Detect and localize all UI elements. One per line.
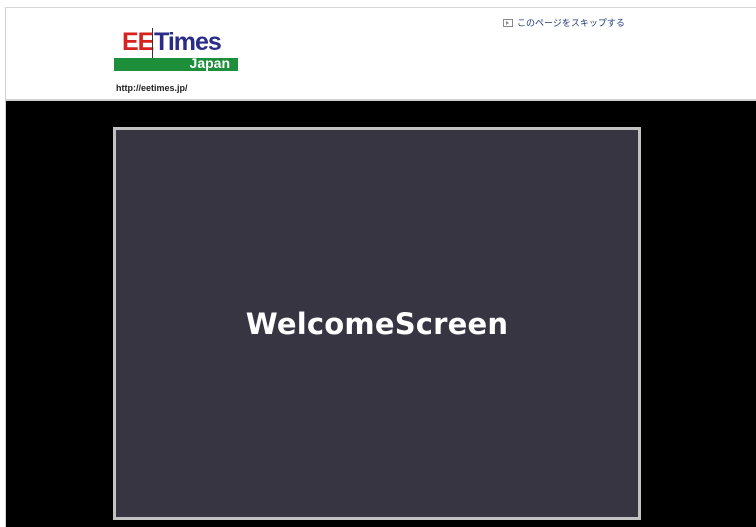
logo-ee-text: EE (122, 28, 154, 56)
welcome-screen-label: WelcomeScreen (245, 306, 509, 341)
welcome-screen-panel[interactable]: WelcomeScreen (113, 127, 641, 520)
page-frame: EE Times Japan http://eetimes.jp/ このページを… (5, 7, 756, 527)
skip-page-link[interactable]: このページをスキップする (503, 16, 625, 29)
header: EE Times Japan http://eetimes.jp/ このページを… (6, 8, 756, 101)
eetimes-japan-logo[interactable]: EE Times Japan (114, 20, 239, 75)
site-url-link[interactable]: http://eetimes.jp/ (116, 83, 188, 93)
skip-page-label: このページをスキップする (517, 19, 625, 29)
logo-japan-bar: Japan (114, 55, 238, 71)
logo-japan-text: Japan (189, 55, 230, 71)
skip-icon (503, 18, 513, 27)
logo-times-text: Times (154, 28, 222, 56)
